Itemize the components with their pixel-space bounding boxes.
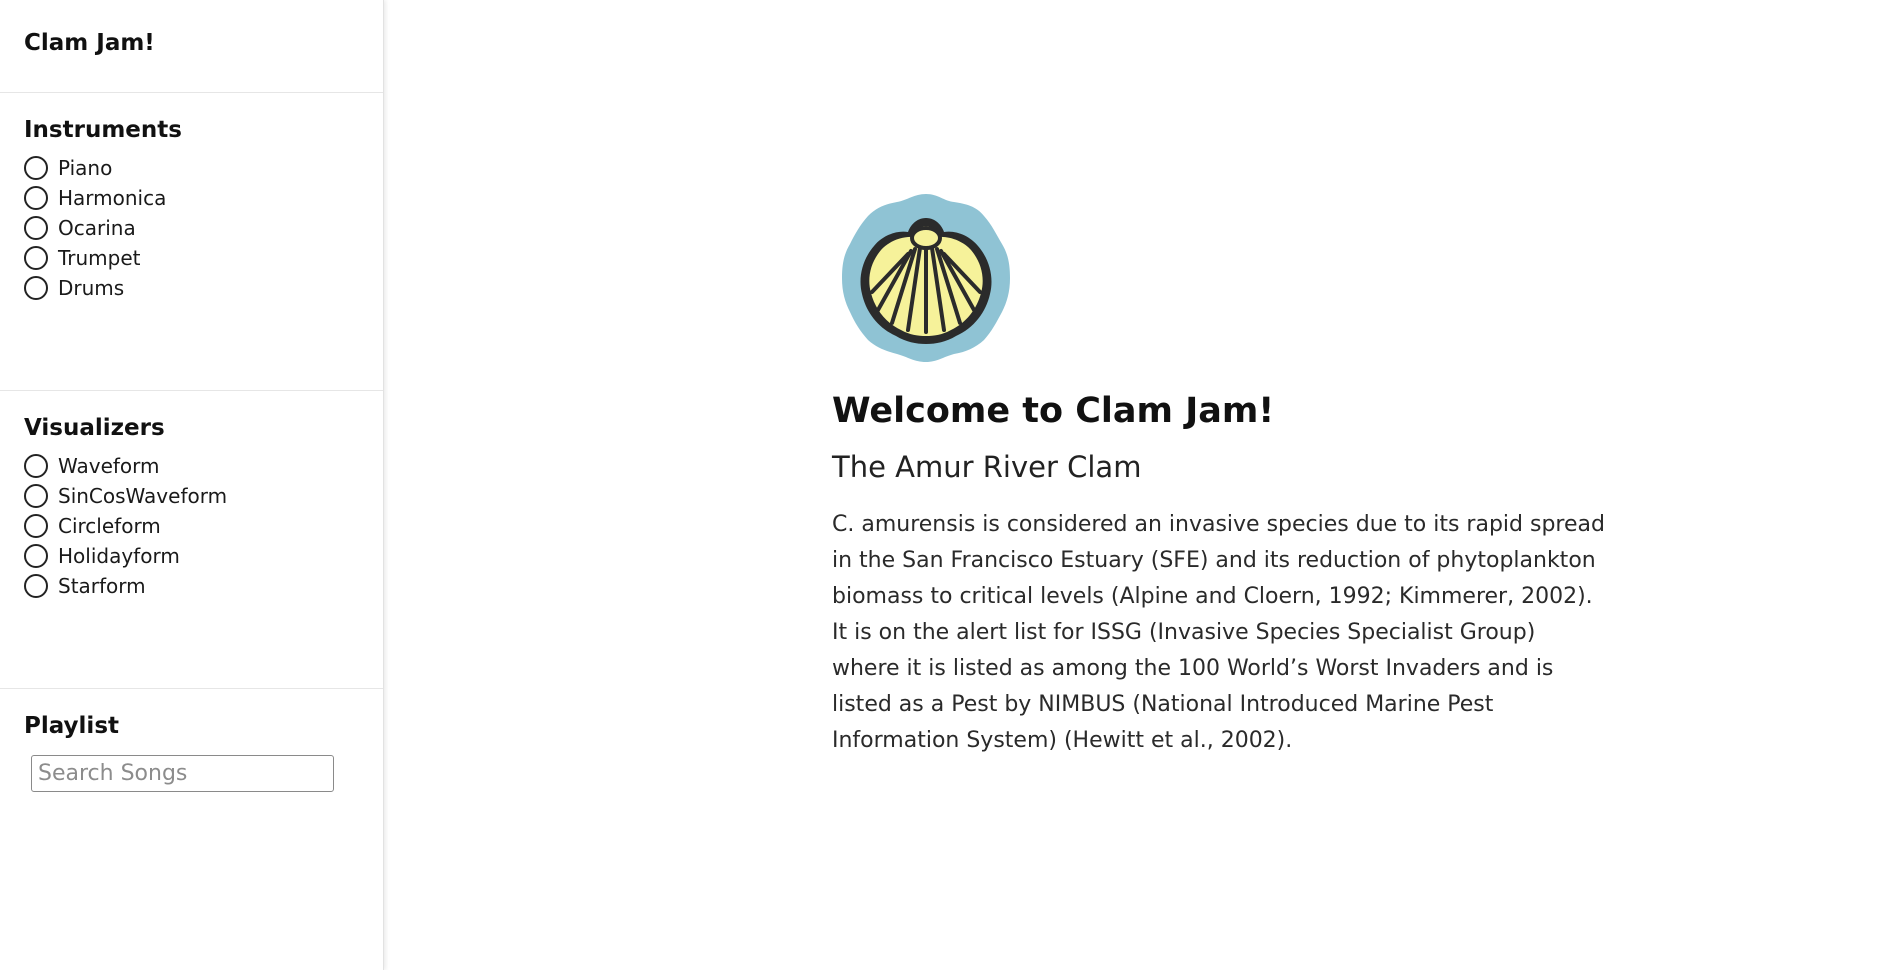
radio-label[interactable]: Ocarina xyxy=(58,216,136,240)
radio-button[interactable] xyxy=(24,454,48,478)
radio-label[interactable]: Drums xyxy=(58,276,124,300)
radio-label[interactable]: Waveform xyxy=(58,454,160,478)
search-songs-input[interactable] xyxy=(31,755,334,792)
instruments-list: Piano Harmonica Ocarina Trumpet Drums xyxy=(24,153,359,303)
radio-label[interactable]: Holidayform xyxy=(58,544,180,568)
visualizers-section: Visualizers Waveform SinCosWaveform Circ… xyxy=(0,391,383,689)
welcome-panel: Welcome to Clam Jam! The Amur River Clam… xyxy=(832,192,1612,759)
page-subtitle: The Amur River Clam xyxy=(832,450,1142,484)
instruments-section: Instruments Piano Harmonica Ocarina Trum… xyxy=(0,93,383,391)
radio-button[interactable] xyxy=(24,186,48,210)
radio-label[interactable]: Piano xyxy=(58,156,112,180)
instrument-option-trumpet[interactable]: Trumpet xyxy=(24,243,359,273)
radio-button[interactable] xyxy=(24,514,48,538)
clam-logo-icon xyxy=(840,192,1012,364)
radio-button[interactable] xyxy=(24,246,48,270)
instruments-heading: Instruments xyxy=(24,117,182,143)
instrument-option-drums[interactable]: Drums xyxy=(24,273,359,303)
page-title: Welcome to Clam Jam! xyxy=(832,391,1275,431)
radio-button[interactable] xyxy=(24,484,48,508)
instrument-option-ocarina[interactable]: Ocarina xyxy=(24,213,359,243)
playlist-section: Playlist xyxy=(0,689,383,792)
sidebar: Clam Jam! Instruments Piano Harmonica Oc… xyxy=(0,0,384,970)
visualizers-list: Waveform SinCosWaveform Circleform Holid… xyxy=(24,451,359,601)
app-root: Clam Jam! Instruments Piano Harmonica Oc… xyxy=(0,0,1903,970)
visualizer-option-waveform[interactable]: Waveform xyxy=(24,451,359,481)
visualizer-option-starform[interactable]: Starform xyxy=(24,571,359,601)
visualizer-option-circleform[interactable]: Circleform xyxy=(24,511,359,541)
radio-label[interactable]: Starform xyxy=(58,574,146,598)
radio-button[interactable] xyxy=(24,276,48,300)
main-content: Welcome to Clam Jam! The Amur River Clam… xyxy=(386,0,1903,970)
app-title: Clam Jam! xyxy=(0,0,383,93)
radio-button[interactable] xyxy=(24,156,48,180)
visualizers-heading: Visualizers xyxy=(24,415,165,441)
playlist-heading: Playlist xyxy=(24,713,119,739)
radio-button[interactable] xyxy=(24,216,48,240)
instrument-option-piano[interactable]: Piano xyxy=(24,153,359,183)
radio-label[interactable]: Circleform xyxy=(58,514,161,538)
visualizer-option-sincoswaveform[interactable]: SinCosWaveform xyxy=(24,481,359,511)
instrument-option-harmonica[interactable]: Harmonica xyxy=(24,183,359,213)
radio-label[interactable]: Trumpet xyxy=(58,246,141,270)
radio-label[interactable]: SinCosWaveform xyxy=(58,484,227,508)
visualizer-option-holidayform[interactable]: Holidayform xyxy=(24,541,359,571)
radio-button[interactable] xyxy=(24,544,48,568)
description-paragraph: C. amurensis is considered an invasive s… xyxy=(832,511,1605,753)
radio-button[interactable] xyxy=(24,574,48,598)
radio-label[interactable]: Harmonica xyxy=(58,186,166,210)
